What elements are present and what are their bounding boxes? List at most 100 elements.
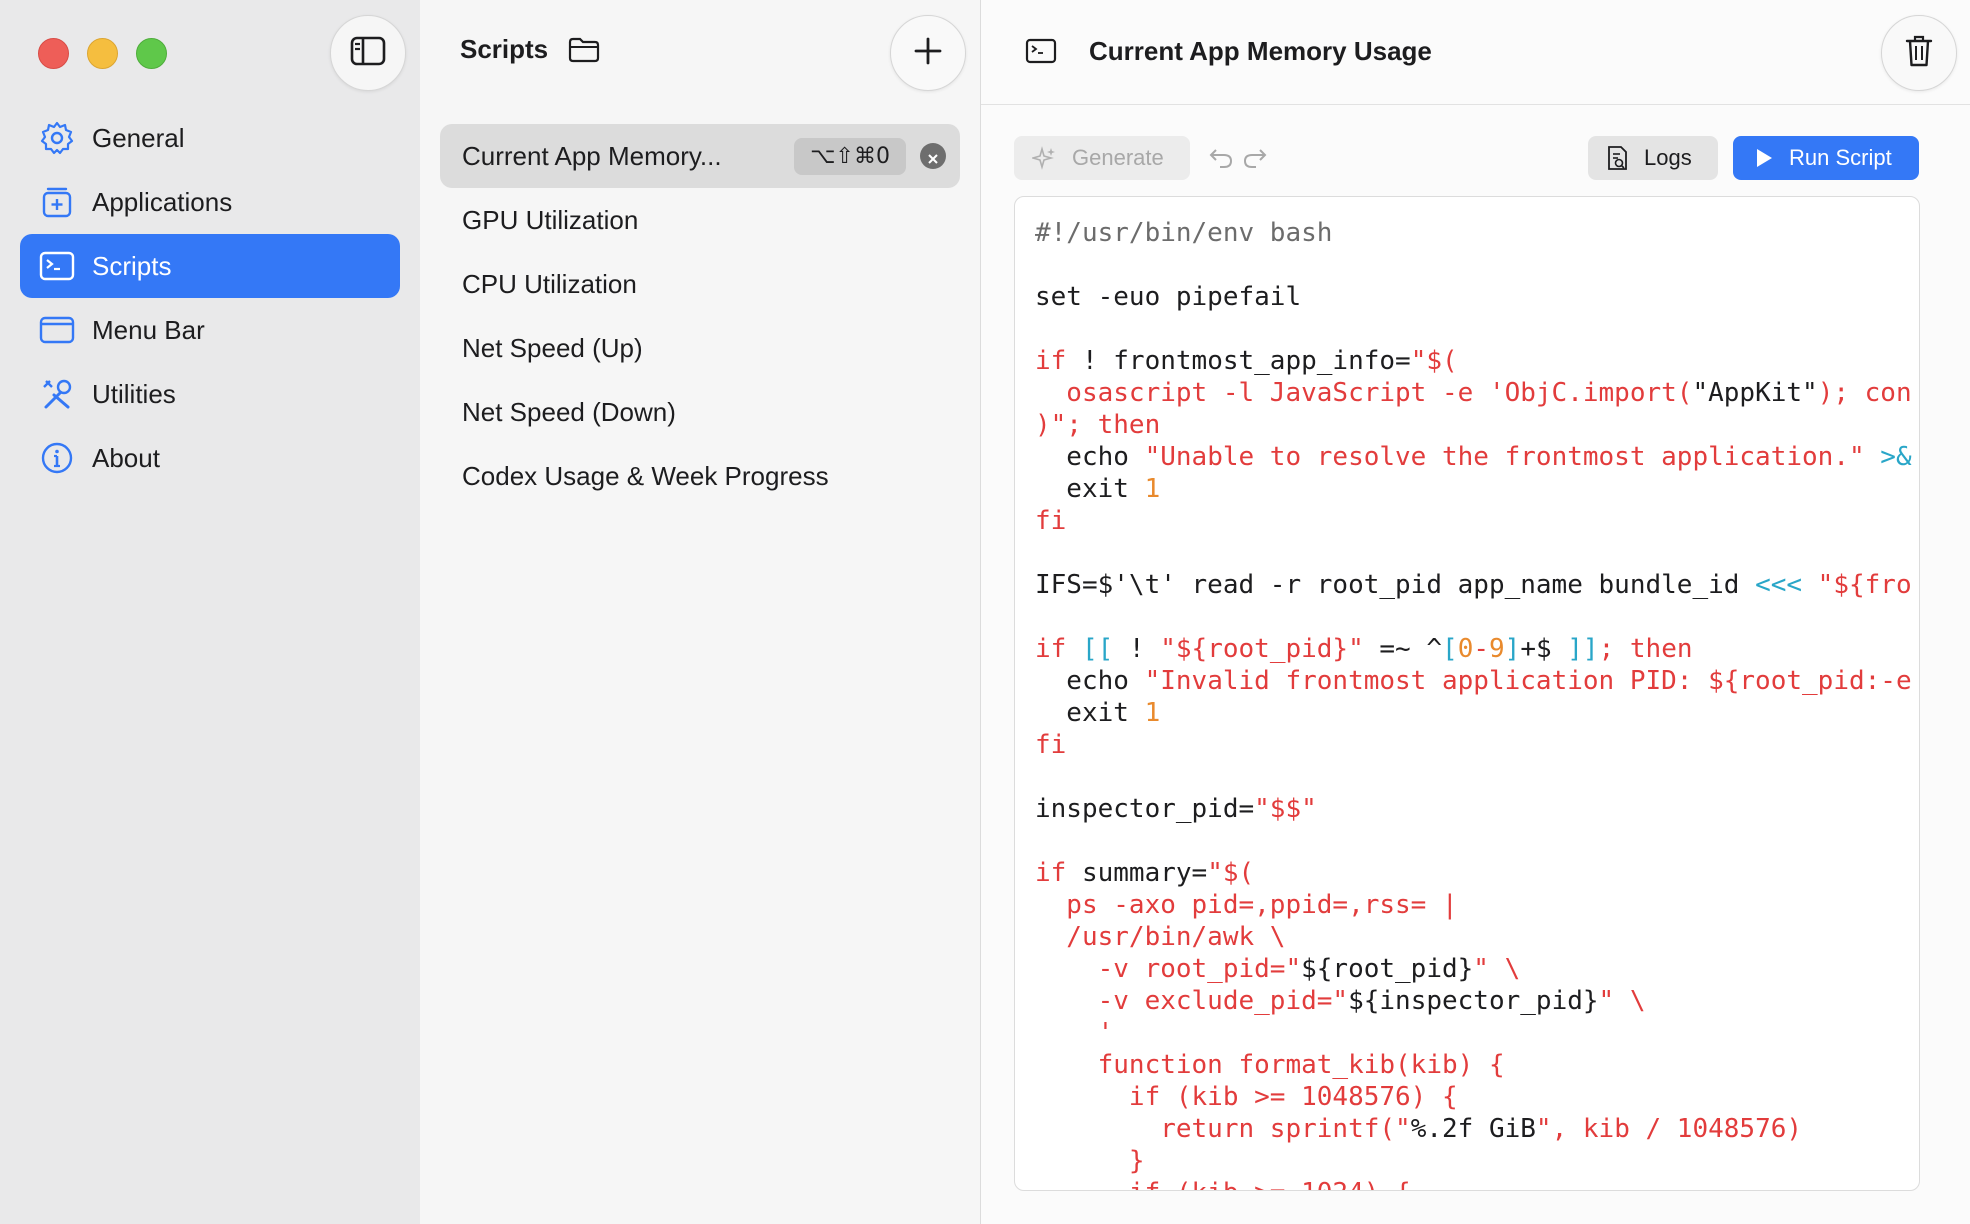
list-item[interactable]: Net Speed (Down) — [440, 380, 960, 444]
code-line: inspector_pid="$$" — [1035, 793, 1912, 825]
logs-document-icon — [1606, 145, 1628, 171]
code-line: /usr/bin/awk \ — [1035, 921, 1912, 953]
code-token: exit — [1035, 698, 1145, 728]
scripts-header: Scripts — [460, 34, 600, 65]
info-icon — [38, 439, 76, 477]
sidebar-item-menu-bar[interactable]: Menu Bar — [20, 298, 400, 362]
code-line: if (kib >= 1024) { — [1035, 1177, 1912, 1190]
code-token: "AppKit" — [1692, 378, 1818, 408]
code-token: ' — [1035, 1018, 1114, 1048]
sidebar-item-applications[interactable]: Applications — [20, 170, 400, 234]
gear-icon — [38, 119, 76, 157]
zoom-window-button[interactable] — [136, 38, 167, 69]
code-token: osascript -l JavaScript -e 'ObjC.import( — [1035, 378, 1693, 408]
add-script-button[interactable] — [890, 15, 966, 91]
code-token: ] — [1504, 634, 1521, 664]
code-line: osascript -l JavaScript -e 'ObjC.import(… — [1035, 377, 1911, 409]
code-token: } — [1035, 1146, 1145, 1176]
list-item[interactable]: Codex Usage & Week Progress — [440, 444, 960, 508]
code-line: ps -axo pid=,ppid=,rss= | — [1035, 889, 1912, 921]
code-line: fi — [1035, 505, 1912, 537]
code-token: exit — [1035, 474, 1145, 504]
code-editor[interactable]: #!/usr/bin/env bash set -euo pipefail if… — [1014, 196, 1920, 1191]
logs-label: Logs — [1644, 145, 1692, 170]
code-token: summary= — [1066, 858, 1208, 888]
code-token: >& — [1880, 442, 1912, 472]
clear-shortcut-button[interactable] — [920, 143, 946, 169]
code-line: function format_kib(kib) { — [1035, 1049, 1912, 1081]
code-token: " \ — [1598, 986, 1646, 1016]
app-plus-icon — [38, 183, 76, 221]
shortcut-badge[interactable]: ⌥⇧⌘0 — [794, 137, 906, 175]
script-name: Net Speed (Up) — [462, 332, 643, 363]
code-token: [[ — [1081, 634, 1114, 664]
terminal-icon — [1025, 38, 1057, 69]
run-script-label: Run Script — [1789, 145, 1892, 170]
script-detail-pane: Current App Memory Usage Generate Logs R… — [981, 0, 1970, 1224]
code-line: exit 1 — [1035, 473, 1912, 505]
sidebar-item-general[interactable]: General — [20, 106, 400, 170]
code-token: fi — [1035, 730, 1067, 760]
code-line: -v root_pid="${root_pid}" \ — [1035, 953, 1912, 985]
code-line: if [[ ! "${root_pid}" =~ ^[0-9]+$ ]]; th… — [1035, 633, 1912, 665]
sidebar: General Applications Scripts Menu Bar Ut… — [0, 0, 420, 1224]
code-token: return sprintf(" — [1035, 1114, 1411, 1144]
code-line: return sprintf("%.2f GiB", kib / 1048576… — [1035, 1113, 1912, 1145]
code-token: "${root_pid}" — [1160, 634, 1364, 664]
code-token: "$$" — [1254, 794, 1317, 824]
close-window-button[interactable] — [38, 38, 69, 69]
logs-button[interactable]: Logs — [1588, 136, 1718, 180]
code-token: )"; then — [1035, 410, 1161, 440]
code-line: )"; then — [1035, 409, 1912, 441]
code-line: IFS=$'\t' read -r root_pid app_name bund… — [1035, 569, 1912, 601]
code-token: if — [1035, 858, 1067, 888]
code-line: echo "Unable to resolve the frontmost ap… — [1035, 441, 1912, 473]
folder-icon[interactable] — [568, 37, 600, 63]
code-token: ! frontmost_app_info= — [1066, 346, 1411, 376]
code-line: if ! frontmost_app_info="$( — [1035, 345, 1912, 377]
code-token: "$( — [1207, 858, 1255, 888]
play-icon — [1755, 148, 1773, 168]
toggle-sidebar-button[interactable] — [330, 15, 406, 91]
list-item[interactable]: GPU Utilization — [440, 188, 960, 252]
sidebar-item-label: Utilities — [92, 378, 176, 409]
code-token: ${root_pid} — [1301, 954, 1474, 984]
list-item[interactable]: Current App Memory... ⌥⇧⌘0 — [440, 124, 960, 188]
code-token: if — [1035, 634, 1082, 664]
sidebar-item-label: Scripts — [92, 250, 172, 281]
sidebar-item-about[interactable]: About — [20, 426, 400, 490]
code-token: <<< — [1755, 570, 1803, 600]
window-controls — [38, 38, 167, 69]
scripts-title: Scripts — [460, 34, 549, 64]
code-token: "${fro — [1802, 570, 1912, 600]
script-name: CPU Utilization — [462, 268, 637, 299]
script-name: Net Speed (Down) — [462, 396, 676, 427]
delete-script-button[interactable] — [1881, 15, 1957, 91]
redo-icon[interactable] — [1242, 144, 1268, 175]
terminal-icon — [38, 247, 76, 285]
minimize-window-button[interactable] — [87, 38, 118, 69]
code-line: set -euo pipefail — [1035, 281, 1912, 313]
sidebar-item-scripts[interactable]: Scripts — [20, 234, 400, 298]
close-icon — [927, 141, 939, 172]
code-token: "Unable to resolve the frontmost applica… — [1144, 442, 1881, 472]
list-item[interactable]: CPU Utilization — [440, 252, 960, 316]
plus-icon — [913, 36, 943, 71]
app-window: General Applications Scripts Menu Bar Ut… — [0, 0, 1970, 1224]
generate-button[interactable]: Generate — [1014, 136, 1190, 180]
script-name: Current App Memory... — [462, 140, 722, 171]
undo-icon[interactable] — [1208, 144, 1234, 175]
code-line: fi — [1035, 729, 1912, 761]
list-item[interactable]: Net Speed (Up) — [440, 316, 960, 380]
code-token: ; then — [1598, 634, 1693, 664]
page-title: Current App Memory Usage — [1089, 36, 1432, 66]
sidebar-item-utilities[interactable]: Utilities — [20, 362, 400, 426]
run-script-button[interactable]: Run Script — [1733, 136, 1919, 180]
code-token: +$ — [1520, 634, 1568, 664]
code-token: -v exclude_pid=" — [1035, 986, 1349, 1016]
code-line: if (kib >= 1048576) { — [1035, 1081, 1912, 1113]
